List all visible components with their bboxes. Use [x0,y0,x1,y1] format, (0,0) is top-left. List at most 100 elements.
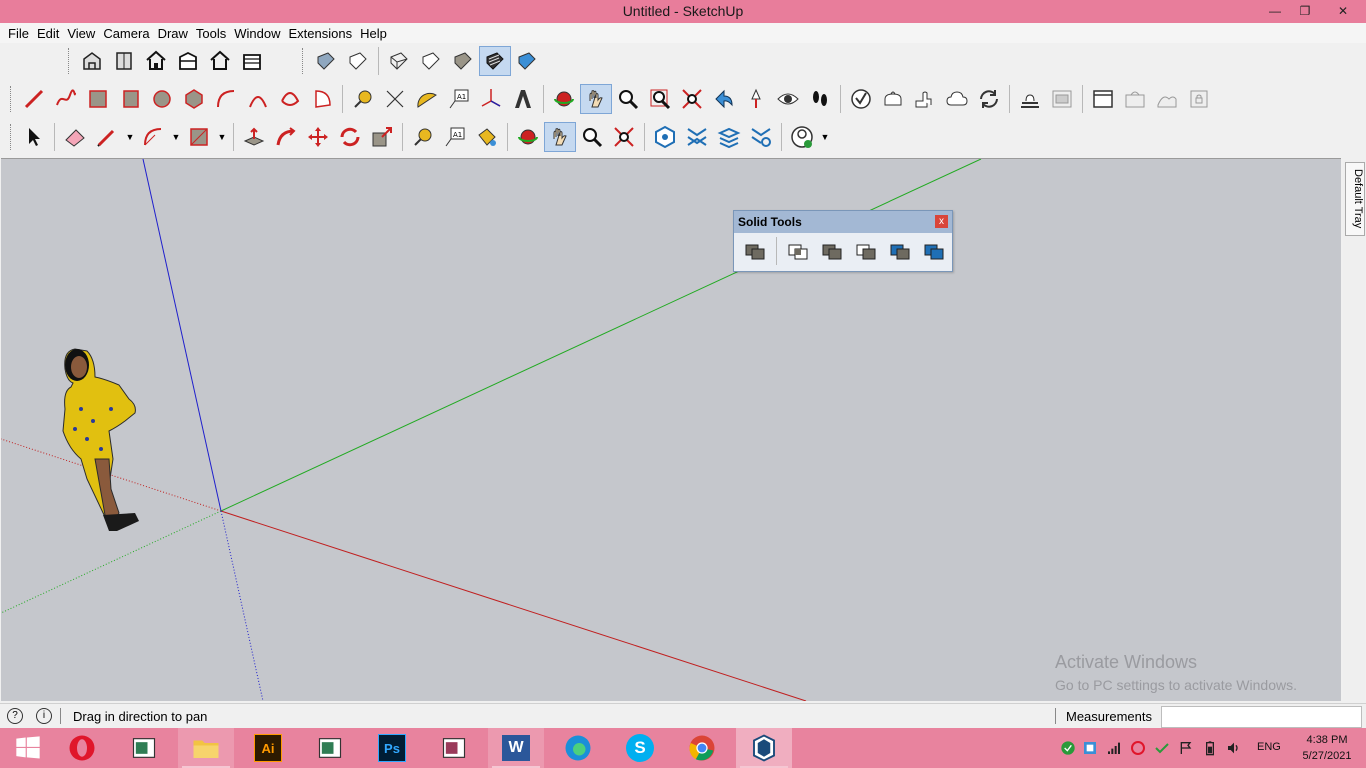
clock[interactable]: 4:38 PM 5/27/2021 [1296,732,1358,764]
menu-help[interactable]: Help [360,26,387,41]
zoom-icon[interactable] [612,84,644,114]
minimize-button[interactable]: — [1260,0,1290,22]
dimension-icon[interactable] [379,84,411,114]
toolbar-grip[interactable] [68,48,72,74]
extension-manager-icon[interactable] [745,122,777,152]
layout-icon[interactable] [1087,84,1119,114]
iso-view-icon[interactable] [76,46,108,76]
layers-send-icon[interactable] [713,122,745,152]
three-point-arc-icon[interactable] [274,84,306,114]
text-label-icon[interactable]: A1 [439,122,471,152]
zoom-extents-icon[interactable] [676,84,708,114]
word-icon[interactable]: W [488,728,544,768]
3d-text-icon[interactable] [507,84,539,114]
rotate-icon[interactable] [334,122,366,152]
photoshop-icon[interactable]: Ps [364,728,420,768]
polygon-icon[interactable] [178,84,210,114]
back-view-icon[interactable] [204,46,236,76]
move-icon[interactable] [302,122,334,152]
text-icon[interactable]: A1 [443,84,475,114]
model-viewport[interactable] [1,158,1341,701]
shape-dropdown[interactable]: ▼ [215,122,229,152]
opera-tray-icon[interactable] [1126,740,1150,756]
eraser-icon[interactable] [59,122,91,152]
close-button[interactable]: ✕ [1320,0,1366,22]
file-explorer-icon[interactable] [178,728,234,768]
arc-tool-icon[interactable] [137,122,169,152]
arc-dropdown[interactable]: ▼ [169,122,183,152]
opera-icon[interactable] [54,728,110,768]
show-terrain-icon[interactable] [1151,84,1183,114]
union-icon[interactable] [815,236,849,266]
default-tray-tab[interactable]: Default Tray [1345,162,1365,236]
menu-window[interactable]: Window [234,26,280,41]
security-icon[interactable] [1058,740,1078,756]
menu-edit[interactable]: Edit [37,26,59,41]
volume-icon[interactable] [1222,740,1246,756]
orbit-icon[interactable] [548,84,580,114]
account-icon[interactable] [786,122,818,152]
arc-icon[interactable] [210,84,242,114]
file-icon[interactable] [426,728,482,768]
share-model-icon[interactable] [909,84,941,114]
extension-warehouse-icon[interactable] [1014,84,1046,114]
look-around-icon[interactable] [772,84,804,114]
tape-measure-icon[interactable] [347,84,379,114]
extension-warehouse-icon[interactable] [681,122,713,152]
add-location-icon[interactable] [1119,84,1151,114]
menu-extensions[interactable]: Extensions [289,26,353,41]
3d-warehouse-icon[interactable] [877,84,909,114]
menu-file[interactable]: File [8,26,29,41]
protractor-icon[interactable] [411,84,443,114]
measurements-input[interactable] [1161,706,1362,728]
model-info-icon[interactable] [845,84,877,114]
account-dropdown[interactable]: ▼ [818,122,832,152]
orbit-icon[interactable] [512,122,544,152]
paint-bucket-icon[interactable] [471,122,503,152]
geo-location-icon[interactable]: ? [7,708,23,724]
wireframe-icon[interactable] [383,46,415,76]
two-point-arc-icon[interactable] [242,84,274,114]
right-view-icon[interactable] [172,46,204,76]
file-icon[interactable] [302,728,358,768]
toolbar-grip[interactable] [10,124,14,150]
toolbar-grip[interactable] [302,48,306,74]
3d-warehouse-icon[interactable] [649,122,681,152]
line-dropdown[interactable]: ▼ [123,122,137,152]
axes-icon[interactable] [475,84,507,114]
tape-measure-icon[interactable] [407,122,439,152]
sketchup-icon[interactable] [736,728,792,768]
lock-icon[interactable] [1183,84,1215,114]
circle-icon[interactable] [146,84,178,114]
extension-manager-icon[interactable] [1046,84,1078,114]
front-view-icon[interactable] [140,46,172,76]
rotated-rectangle-icon[interactable] [114,84,146,114]
toolbar-grip[interactable] [10,86,14,112]
top-view-icon[interactable] [108,46,140,76]
cloud-icon[interactable] [941,84,973,114]
illustrator-icon[interactable]: Ai [240,728,296,768]
menu-camera[interactable]: Camera [103,26,149,41]
rectangle-icon[interactable] [82,84,114,114]
menu-view[interactable]: View [67,26,95,41]
follow-me-icon[interactable] [270,122,302,152]
xray-icon[interactable] [310,46,342,76]
split-icon[interactable] [917,236,951,266]
pan-icon[interactable] [580,84,612,114]
scale-icon[interactable] [366,122,398,152]
hidden-line-icon[interactable] [415,46,447,76]
flag-icon[interactable] [1174,740,1198,756]
menu-tools[interactable]: Tools [196,26,226,41]
menu-draw[interactable]: Draw [158,26,188,41]
left-view-icon[interactable] [236,46,268,76]
select-icon[interactable] [18,122,50,152]
trim-icon[interactable] [883,236,917,266]
shaded-textures-icon[interactable] [479,46,511,76]
pan-icon[interactable] [544,122,576,152]
outer-shell-icon[interactable] [738,236,772,266]
walk-icon[interactable] [804,84,836,114]
network-adapter-icon[interactable] [1078,740,1102,756]
monochrome-icon[interactable] [511,46,543,76]
pencil-icon[interactable] [91,122,123,152]
checkmark-shield-icon[interactable] [1150,740,1174,756]
